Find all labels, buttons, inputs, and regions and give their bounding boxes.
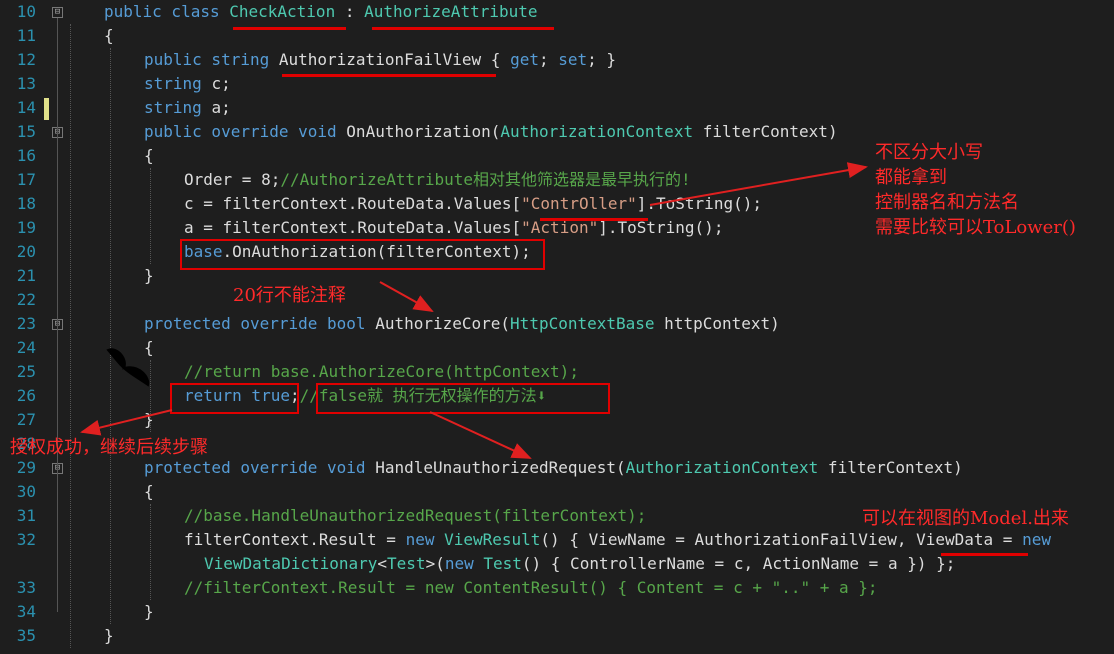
ink-scribble-mark <box>106 348 150 387</box>
annotation-arrows <box>80 162 868 459</box>
arrow-to-case-note <box>649 162 868 206</box>
arrow-to-auth-note <box>80 409 173 436</box>
arrow-to-handle-unauthorized <box>429 411 532 459</box>
arrow-to-line23 <box>379 281 434 312</box>
